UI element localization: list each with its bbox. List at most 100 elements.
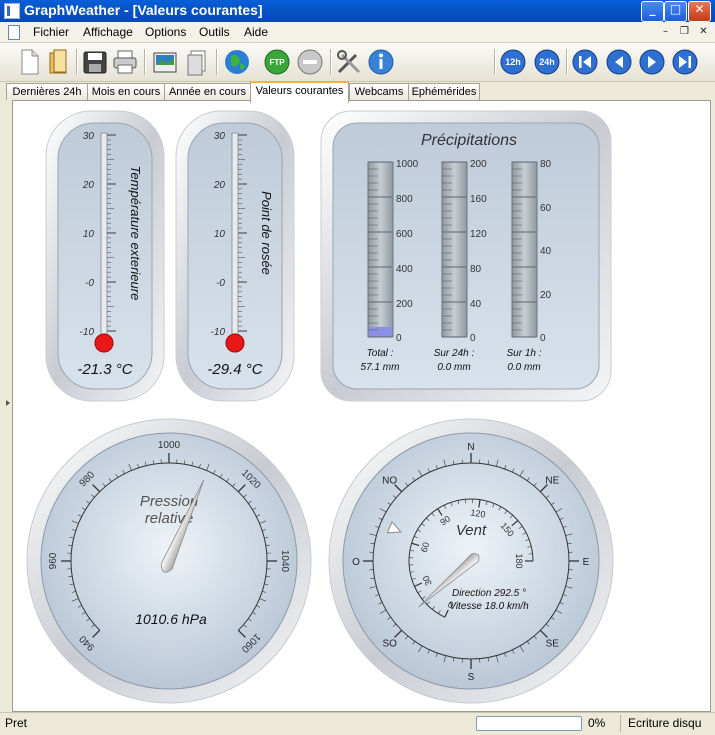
pressure-scale-label: 960 bbox=[48, 552, 59, 569]
day-rain-label: Sur 24h : bbox=[434, 348, 475, 359]
minimize-button[interactable]: _ bbox=[641, 1, 664, 22]
compass-label: S bbox=[468, 672, 475, 683]
total-rain-label: Total : bbox=[367, 348, 394, 359]
app-icon bbox=[4, 3, 20, 19]
outdoor-thermometer-bulb bbox=[95, 334, 113, 352]
tab-dernieres-24h[interactable]: Dernières 24h bbox=[6, 83, 88, 101]
dew-scale-label: 10 bbox=[214, 229, 226, 240]
previous-icon[interactable] bbox=[604, 47, 634, 77]
hour-scale-label: 40 bbox=[540, 246, 552, 257]
print-preview-icon[interactable] bbox=[182, 47, 212, 77]
day-rain-tube bbox=[442, 162, 467, 337]
menu-fichier[interactable]: Fichier bbox=[33, 25, 69, 39]
compass-label: NE bbox=[545, 476, 559, 487]
wind-speed-value: Vitesse 18.0 km/h bbox=[449, 601, 529, 612]
close-button[interactable]: ✕ bbox=[688, 1, 711, 22]
splitter-handle[interactable] bbox=[0, 100, 11, 712]
export-image-icon[interactable] bbox=[150, 47, 180, 77]
pressure-scale-label: 1040 bbox=[279, 550, 290, 573]
outdoor-temperature-gauge: 30 20 10 -0 -10 Température exterieure -… bbox=[46, 111, 164, 401]
outdoor-scale-label: -0 bbox=[85, 278, 94, 289]
tab-ephemerides[interactable]: Ephémérides bbox=[408, 83, 480, 101]
total-scale-label: 600 bbox=[396, 229, 413, 240]
dew-scale-label: -10 bbox=[211, 327, 226, 338]
maximize-button[interactable]: □ bbox=[664, 1, 687, 22]
speed-scale-label: 180 bbox=[514, 553, 524, 568]
outdoor-scale-label: -10 bbox=[80, 327, 95, 338]
progress-percent: 0% bbox=[588, 716, 605, 730]
gauges-canvas: 30 20 10 -0 -10 Température exterieure -… bbox=[13, 101, 710, 711]
mdi-restore-button[interactable]: ❐ bbox=[678, 25, 691, 38]
menu-outils[interactable]: Outils bbox=[199, 25, 230, 39]
wind-gauge: NNEESESSOONO 0306090120150180 Vent Direc… bbox=[329, 419, 613, 703]
dew-point-value: -29.4 °C bbox=[207, 361, 262, 378]
dew-scale-label: 20 bbox=[213, 180, 226, 191]
total-scale-label: 0 bbox=[396, 333, 402, 344]
day-scale-label: 120 bbox=[470, 229, 487, 240]
tab-annee-en-cours[interactable]: Année en cours bbox=[164, 83, 251, 101]
mdi-minimize-button[interactable]: – bbox=[659, 25, 672, 38]
next-icon[interactable] bbox=[637, 47, 667, 77]
hour-scale-label: 80 bbox=[540, 159, 552, 170]
24h-icon[interactable]: 24h bbox=[532, 47, 562, 77]
toolbar: FTP 12h 24h bbox=[0, 43, 715, 82]
menu-options[interactable]: Options bbox=[145, 25, 186, 39]
tab-mois-en-cours[interactable]: Mois en cours bbox=[87, 83, 165, 101]
day-rain-value: 0.0 mm bbox=[437, 362, 470, 373]
hour-scale-label: 0 bbox=[540, 333, 546, 344]
progress-bar bbox=[476, 716, 582, 731]
outdoor-temperature-label: Température exterieure bbox=[128, 166, 143, 301]
compass-label: NO bbox=[382, 476, 397, 487]
mdi-close-button[interactable]: ✕ bbox=[697, 25, 710, 38]
stop-icon[interactable] bbox=[295, 47, 325, 77]
day-scale-label: 200 bbox=[470, 159, 487, 170]
ftp-icon[interactable]: FTP bbox=[262, 47, 292, 77]
dew-scale-label: 30 bbox=[214, 131, 226, 142]
day-scale-label: 160 bbox=[470, 194, 487, 205]
total-scale-label: 200 bbox=[396, 299, 413, 310]
total-rain-fill bbox=[369, 327, 392, 337]
outdoor-scale-label: 20 bbox=[82, 180, 95, 191]
tab-webcams[interactable]: Webcams bbox=[349, 83, 409, 101]
outdoor-temperature-value: -21.3 °C bbox=[77, 361, 132, 378]
12h-icon[interactable]: 12h bbox=[498, 47, 528, 77]
menu-affichage[interactable]: Affichage bbox=[83, 25, 133, 39]
hour-rain-tube bbox=[512, 162, 537, 337]
hour-rain-label: Sur 1h : bbox=[506, 348, 541, 359]
svg-text:12h: 12h bbox=[505, 57, 521, 67]
first-icon[interactable] bbox=[570, 47, 600, 77]
last-icon[interactable] bbox=[670, 47, 700, 77]
wind-title: Vent bbox=[456, 522, 487, 539]
pressure-scale-label: 1000 bbox=[158, 440, 181, 451]
total-scale-label: 800 bbox=[396, 194, 413, 205]
svg-text:FTP: FTP bbox=[269, 58, 285, 67]
tab-valeurs-courantes[interactable]: Valeurs courantes bbox=[250, 81, 349, 103]
print-icon[interactable] bbox=[110, 47, 140, 77]
svg-text:24h: 24h bbox=[539, 57, 555, 67]
day-scale-label: 40 bbox=[470, 299, 482, 310]
tab-strip: Dernières 24h Mois en cours Année en cou… bbox=[0, 81, 715, 101]
day-scale-label: 0 bbox=[470, 333, 476, 344]
dew-point-gauge: 30 20 10 -0 -10 Point de rosée -29.4 °C bbox=[176, 111, 294, 401]
title-bar: GraphWeather - [Valeurs courantes] _ □ ✕ bbox=[0, 0, 715, 22]
hour-scale-label: 20 bbox=[540, 290, 552, 301]
pressure-gauge: 9409609801000102010401060 Pression relat… bbox=[27, 419, 311, 703]
open-folder-icon[interactable] bbox=[44, 47, 74, 77]
save-icon[interactable] bbox=[80, 47, 110, 77]
document-icon[interactable] bbox=[8, 25, 20, 40]
outdoor-scale-label: 10 bbox=[83, 229, 95, 240]
menu-aide[interactable]: Aide bbox=[244, 25, 268, 39]
new-file-icon[interactable] bbox=[14, 47, 44, 77]
hour-scale-label: 60 bbox=[540, 203, 552, 214]
dew-thermometer-bulb bbox=[226, 334, 244, 352]
info-icon[interactable] bbox=[366, 47, 396, 77]
total-rain-value: 57.1 mm bbox=[361, 362, 400, 373]
hour-rain-value: 0.0 mm bbox=[507, 362, 540, 373]
compass-label: SO bbox=[382, 638, 397, 649]
total-scale-label: 400 bbox=[396, 264, 413, 275]
outdoor-thermometer-tube bbox=[101, 133, 107, 339]
precipitation-gauge: Précipitations 1000 800 600 400 200 0 To… bbox=[321, 111, 611, 401]
tools-icon[interactable] bbox=[334, 47, 364, 77]
status-write-disk: Ecriture disqu bbox=[628, 716, 701, 730]
globe-icon[interactable] bbox=[222, 47, 252, 77]
